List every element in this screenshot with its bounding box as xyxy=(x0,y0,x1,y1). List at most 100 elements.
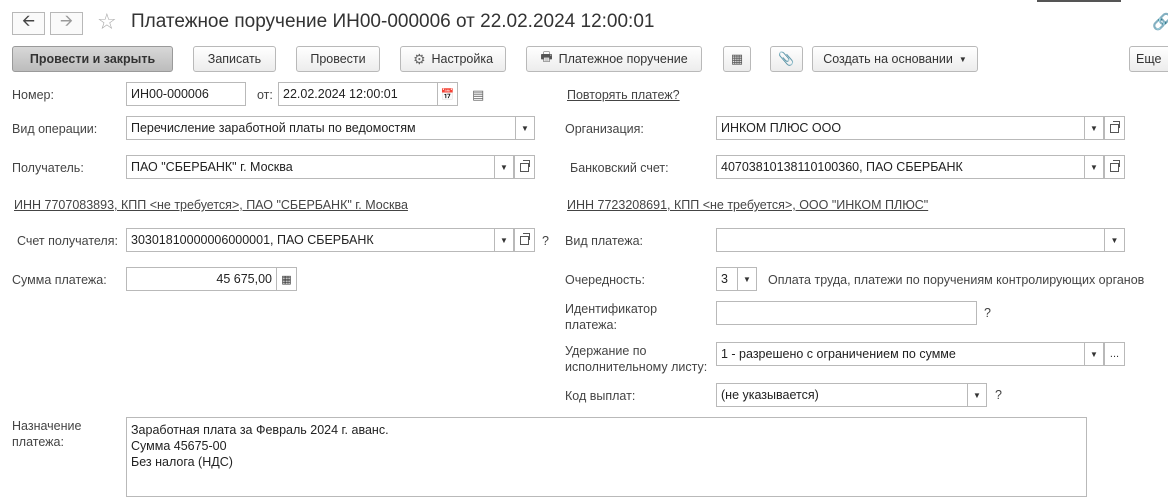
recipient-label: Получатель: xyxy=(12,161,84,175)
open-icon xyxy=(1110,159,1120,172)
ellipsis-icon: ... xyxy=(1109,348,1120,360)
organization-dropdown[interactable]: ▼ xyxy=(1084,116,1104,140)
chevron-down-icon: ▼ xyxy=(743,274,751,284)
calculator-button[interactable]: ▦ xyxy=(276,267,297,291)
date-field[interactable]: 22.02.2024 12:00:01 xyxy=(278,82,438,106)
link-icon[interactable]: 🔗 xyxy=(1152,12,1168,32)
priority-field[interactable]: 3 xyxy=(716,267,738,291)
more-button[interactable]: Еще xyxy=(1129,46,1168,72)
bank-account-dropdown[interactable]: ▼ xyxy=(1084,155,1104,179)
open-icon xyxy=(1110,120,1120,133)
page-title: Платежное поручение ИН00-000006 от 22.02… xyxy=(131,11,655,32)
help-icon[interactable]: ? xyxy=(542,234,549,248)
payment-id-label-line1: Идентификатор xyxy=(565,302,658,316)
payment-id-label-line2: платежа: xyxy=(565,318,617,332)
chevron-down-icon: ▼ xyxy=(973,390,981,400)
priority-dropdown[interactable]: ▼ xyxy=(737,267,757,291)
print-payment-order-label: Платежное поручение xyxy=(558,52,688,66)
amount-label: Сумма платежа: xyxy=(12,273,107,287)
attach-button[interactable]: 📎 xyxy=(770,46,803,72)
payout-code-select[interactable]: (не указывается) xyxy=(716,383,968,407)
bank-account-label: Банковский счет: xyxy=(570,161,669,175)
printer-icon: 🖶 xyxy=(540,49,553,64)
recipient-account-label: Счет получателя: xyxy=(17,234,118,248)
post-label: Провести xyxy=(310,52,366,66)
settings-button[interactable]: ⚙ Настройка xyxy=(400,46,506,72)
organization-field[interactable]: ИНКОМ ПЛЮС ООО xyxy=(716,116,1085,140)
more-label: Еще xyxy=(1136,52,1162,66)
purpose-line: Сумма 45675-00 xyxy=(131,439,227,453)
recipient-field[interactable]: ПАО "СБЕРБАНК" г. Москва xyxy=(126,155,495,179)
repeat-payment-link[interactable]: Повторять платеж? xyxy=(567,88,680,102)
calendar-button[interactable]: 📅 xyxy=(437,82,458,106)
payment-type-dropdown[interactable]: ▼ xyxy=(1104,228,1125,252)
number-field[interactable]: ИН00-000006 xyxy=(126,82,246,106)
recipient-account-open-button[interactable] xyxy=(514,228,535,252)
save-button[interactable]: Записать xyxy=(193,46,276,72)
recipient-dropdown[interactable]: ▼ xyxy=(494,155,514,179)
gear-icon: ⚙ xyxy=(412,50,426,67)
withholding-select[interactable]: 1 - разрешено с ограничением по сумме xyxy=(716,342,1085,366)
organization-open-button[interactable] xyxy=(1104,116,1125,140)
withholding-choose-button[interactable]: ... xyxy=(1104,342,1125,366)
payment-id-field[interactable] xyxy=(716,301,977,325)
structure-button[interactable]: ▦ xyxy=(723,46,751,72)
priority-description: Оплата труда, платежи по поручениям конт… xyxy=(768,273,1145,287)
withholding-dropdown[interactable]: ▼ xyxy=(1084,342,1104,366)
help-icon[interactable]: ? xyxy=(984,306,991,320)
organization-inn-link[interactable]: ИНН 7723208691, КПП <не требуется>, ООО … xyxy=(567,198,928,212)
calendar-icon: 📅 xyxy=(440,88,455,101)
back-button[interactable]: 🡨 xyxy=(12,12,45,35)
operation-type-dropdown[interactable]: ▼ xyxy=(515,116,535,140)
chevron-down-icon: ▼ xyxy=(500,162,508,172)
paperclip-icon: 📎 xyxy=(778,51,795,66)
settings-label: Настройка xyxy=(431,52,494,66)
chevron-down-icon: ▼ xyxy=(500,235,508,245)
active-tab-indicator xyxy=(1037,0,1121,2)
purpose-label-line2: платежа: xyxy=(12,435,64,449)
bank-account-field[interactable]: 40703810138110100360, ПАО СБЕРБАНК xyxy=(716,155,1085,179)
post-and-close-label: Провести и закрыть xyxy=(29,52,156,66)
dropdown-arrow-icon: ▼ xyxy=(958,54,967,64)
open-icon xyxy=(520,232,530,245)
chevron-down-icon: ▼ xyxy=(1090,123,1098,133)
recipient-open-button[interactable] xyxy=(514,155,535,179)
arrow-left-icon: 🡨 xyxy=(22,13,35,30)
date-label: от: xyxy=(257,88,273,102)
forward-button[interactable]: 🡪 xyxy=(50,12,83,35)
star-icon[interactable]: ☆ xyxy=(97,9,117,35)
recipient-account-field[interactable]: 30301810000006000001, ПАО СБЕРБАНК xyxy=(126,228,495,252)
print-payment-order-button[interactable]: 🖶 Платежное поручение xyxy=(526,46,702,72)
recipient-account-dropdown[interactable]: ▼ xyxy=(494,228,514,252)
payment-type-label: Вид платежа: xyxy=(565,234,644,248)
withholding-label-line1: Удержание по xyxy=(565,344,647,358)
priority-label: Очередность: xyxy=(565,273,645,287)
payout-code-dropdown[interactable]: ▼ xyxy=(967,383,987,407)
purpose-textarea[interactable]: Заработная плата за Февраль 2024 г. аван… xyxy=(126,417,1087,497)
withholding-label-line2: исполнительному листу: xyxy=(565,360,708,374)
open-icon xyxy=(520,159,530,172)
create-based-on-button[interactable]: Создать на основании ▼ xyxy=(812,46,978,72)
purpose-line: Заработная плата за Февраль 2024 г. аван… xyxy=(131,423,389,437)
bank-account-open-button[interactable] xyxy=(1104,155,1125,179)
organization-label: Организация: xyxy=(565,122,644,136)
help-icon[interactable]: ? xyxy=(995,388,1002,402)
chevron-down-icon: ▼ xyxy=(1090,162,1098,172)
chevron-down-icon: ▼ xyxy=(1110,235,1119,245)
comment-icon[interactable]: ▤ xyxy=(472,87,484,103)
operation-type-select[interactable]: Перечисление заработной платы по ведомос… xyxy=(126,116,516,140)
chevron-down-icon: ▼ xyxy=(521,123,529,133)
post-button[interactable]: Провести xyxy=(296,46,380,72)
document-structure-icon: ▦ xyxy=(730,51,744,66)
post-and-close-button[interactable]: Провести и закрыть xyxy=(12,46,173,72)
recipient-inn-link[interactable]: ИНН 7707083893, КПП <не требуется>, ПАО … xyxy=(14,198,408,212)
payment-type-select[interactable] xyxy=(716,228,1105,252)
save-label: Записать xyxy=(207,52,262,66)
arrow-right-icon: 🡪 xyxy=(60,13,73,30)
purpose-label-line1: Назначение xyxy=(12,419,82,433)
amount-field[interactable]: 45 675,00 xyxy=(126,267,277,291)
calculator-icon: ▦ xyxy=(281,273,292,286)
create-based-on-label: Создать на основании xyxy=(823,52,953,66)
purpose-line: Без налога (НДС) xyxy=(131,455,233,469)
number-label: Номер: xyxy=(12,88,54,102)
